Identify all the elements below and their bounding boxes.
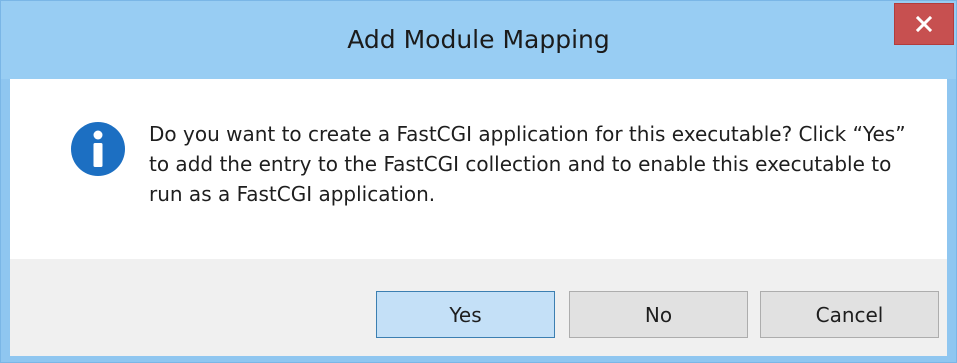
add-module-mapping-dialog: Add Module Mapping Do you want to create… xyxy=(0,0,957,363)
dialog-content: Do you want to create a FastCGI applicat… xyxy=(10,79,947,259)
yes-button[interactable]: Yes xyxy=(376,291,555,338)
info-icon xyxy=(71,122,125,176)
dialog-message: Do you want to create a FastCGI applicat… xyxy=(149,122,906,206)
title-bar[interactable]: Add Module Mapping xyxy=(1,1,956,79)
close-button[interactable] xyxy=(894,3,954,45)
cancel-button[interactable]: Cancel xyxy=(760,291,939,338)
button-bar: Yes No Cancel xyxy=(10,259,947,356)
no-button[interactable]: No xyxy=(569,291,748,338)
dialog-title: Add Module Mapping xyxy=(347,25,610,54)
close-icon xyxy=(916,16,932,32)
